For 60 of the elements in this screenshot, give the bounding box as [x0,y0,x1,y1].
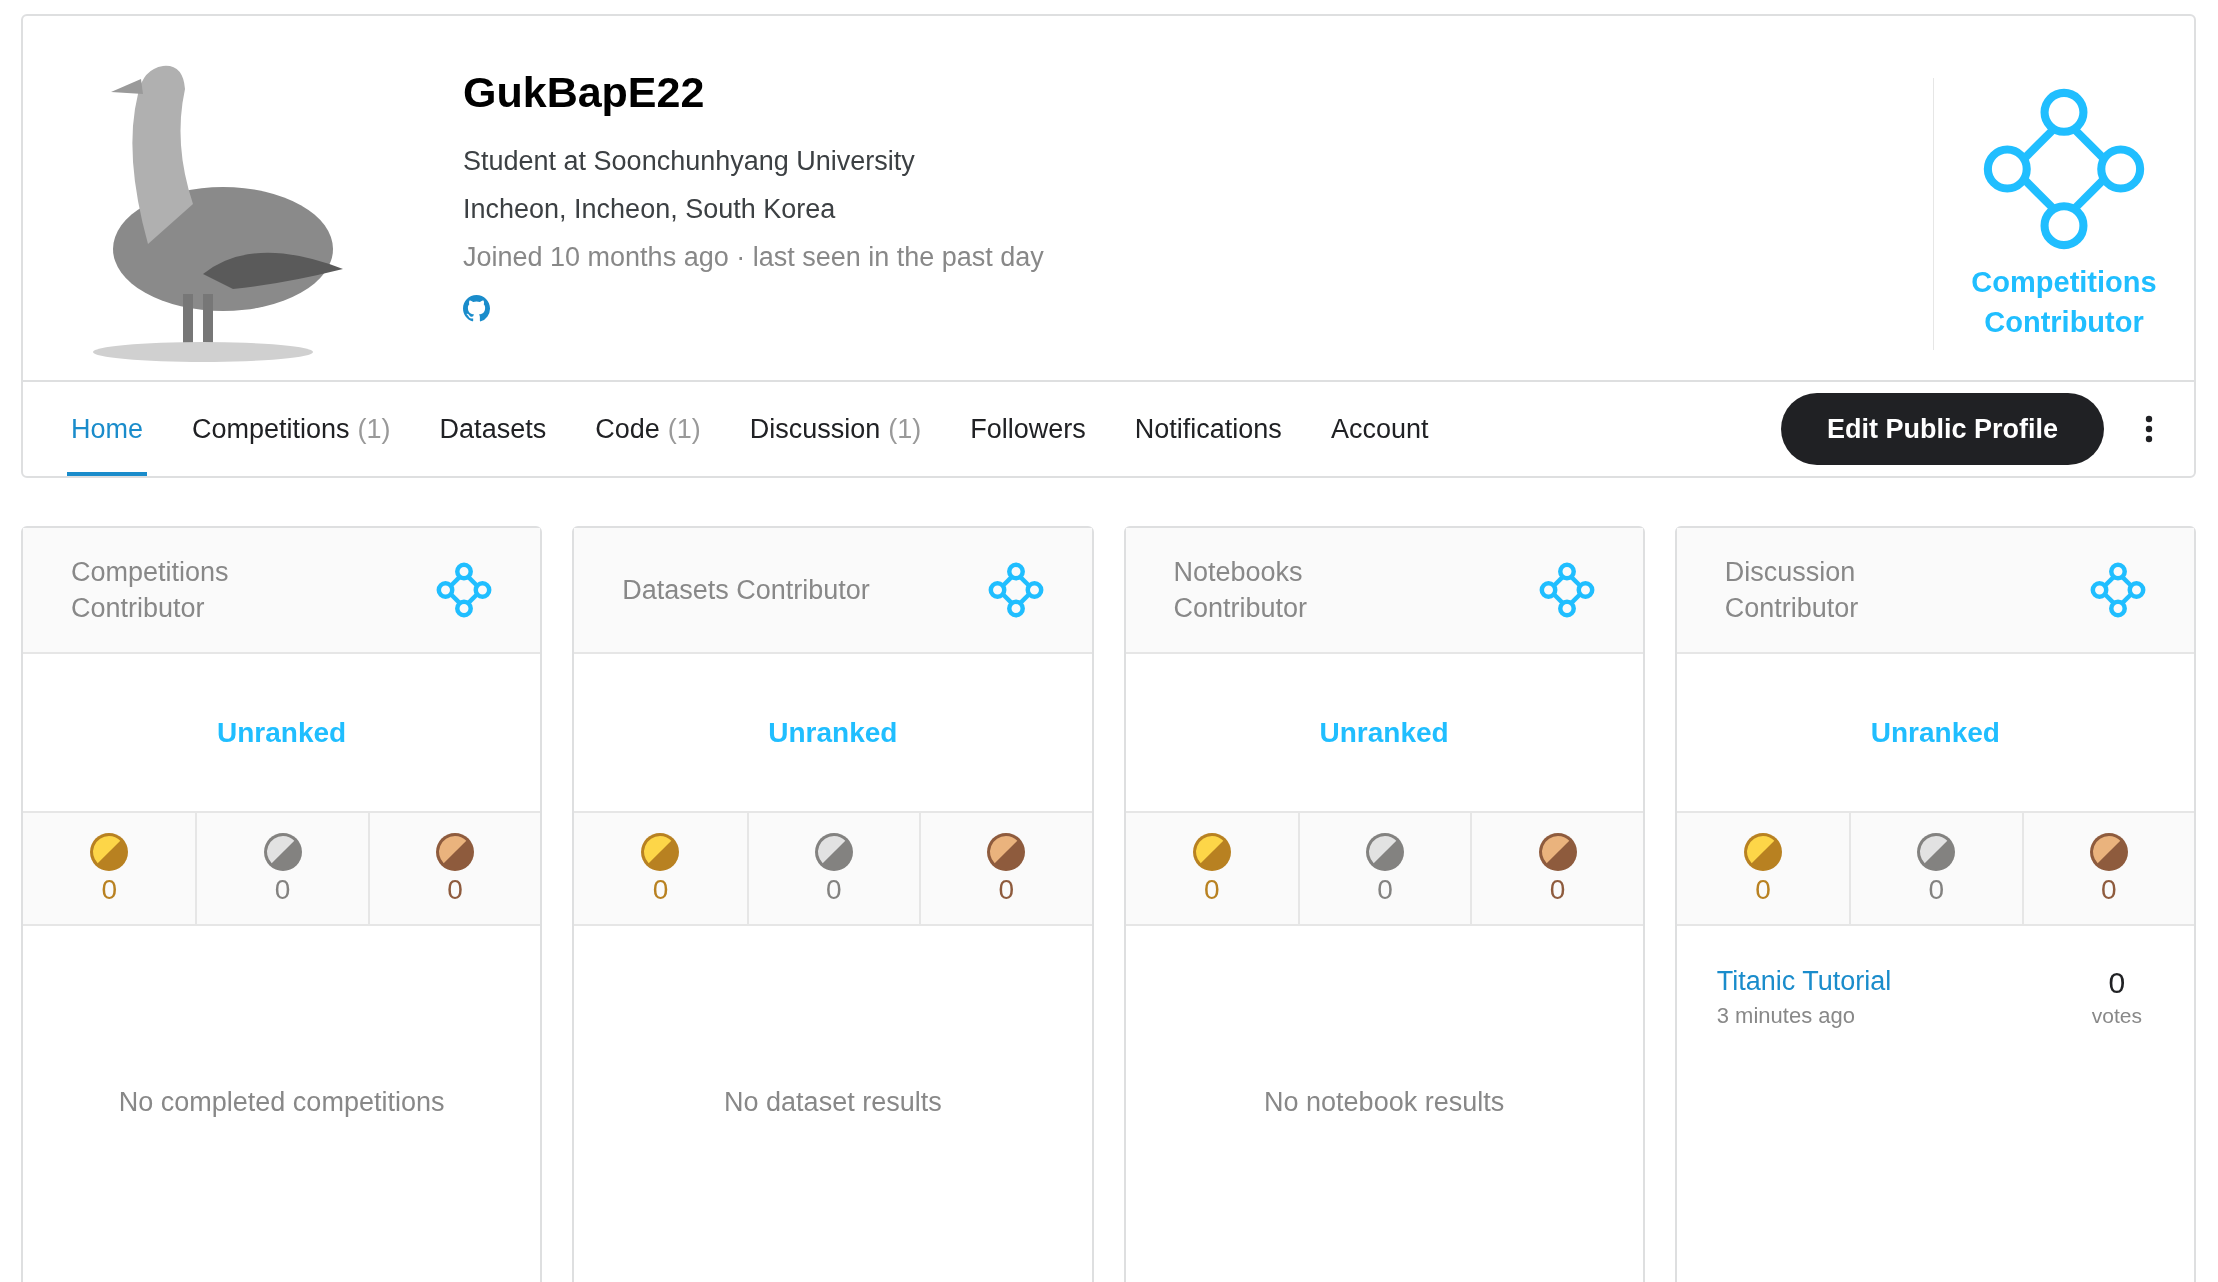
medal-icon [1191,831,1232,872]
medal-count: 0 [447,873,463,906]
nav-tab[interactable]: Datasets [435,382,551,476]
tier-label: Competitions Contributor [1970,265,2158,340]
empty-message: No notebook results [1264,1086,1505,1118]
topic-link[interactable]: Titanic Tutorial [1716,966,1892,997]
medal-icon [1916,831,1957,872]
occupation-text: Student at Soonchunhyang University [463,145,916,178]
medal-icon [262,831,303,872]
medal-count: 0 [1755,873,1771,906]
card-title: Notebooks Contributor [1173,556,1309,625]
medal-count: 0 [101,873,117,906]
nav-tab[interactable]: Account [1326,382,1433,476]
medal-icon [640,831,681,872]
joined-text: Joined 10 months ago · last seen in the past day [463,241,1045,274]
medal-count: 0 [826,873,842,906]
empty-message: No dataset results [724,1086,942,1118]
nav-tab[interactable]: Followers [966,382,1090,476]
diamond-nodes-icon [2090,562,2146,618]
nav-tab[interactable]: Notifications [1130,382,1286,476]
rank-label: Unranked [768,716,898,749]
medal-icon [1537,831,1578,872]
medal-count: 0 [274,873,291,906]
card-title: Discussion Contributor [1724,556,1860,625]
medal-icon [813,831,854,872]
empty-message: No completed competitions [118,1086,445,1118]
edit-profile-button[interactable]: Edit Public Profile [1780,393,2104,465]
nav-tab[interactable]: Competitions (1) [188,382,395,476]
rank-label: Unranked [1319,716,1449,749]
topic-time: 3 minutes ago [1716,1003,1856,1029]
rank-label: Unranked [217,716,347,749]
nav-tab[interactable]: Discussion (1) [745,382,926,476]
medal-icon [2088,831,2129,872]
medal-count: 0 [1203,873,1220,906]
medal-icon [1365,831,1406,872]
nav-tab[interactable]: Home [67,382,148,476]
medal-icon [986,831,1027,872]
diamond-nodes-icon [987,562,1044,618]
diamond-nodes-icon [436,562,493,618]
diamond-nodes-icon [1538,562,1595,618]
diamond-nodes-icon [1983,88,2145,250]
vote-count: 0 [2108,966,2126,1000]
medal-count: 0 [652,873,669,906]
medal-icon [1742,831,1783,872]
medal-count: 0 [1549,873,1566,906]
github-icon[interactable] [463,295,490,322]
more-options-icon[interactable] [2144,414,2154,444]
card-title: Datasets Contributor [622,574,871,607]
medal-count: 0 [998,873,1015,906]
location-text: Incheon, Incheon, South Korea [463,193,837,226]
medal-icon [435,831,476,872]
medal-count: 0 [2101,873,2117,906]
user-name: GukBapE22 [463,68,706,117]
card-title: Competitions Contributor [71,556,230,625]
nav-tab[interactable]: Code (1) [591,382,705,476]
medal-count: 0 [1928,873,1945,906]
rank-label: Unranked [1870,716,2000,749]
votes-label: votes [2091,1004,2142,1028]
medal-icon [89,831,130,872]
medal-count: 0 [1377,873,1393,906]
